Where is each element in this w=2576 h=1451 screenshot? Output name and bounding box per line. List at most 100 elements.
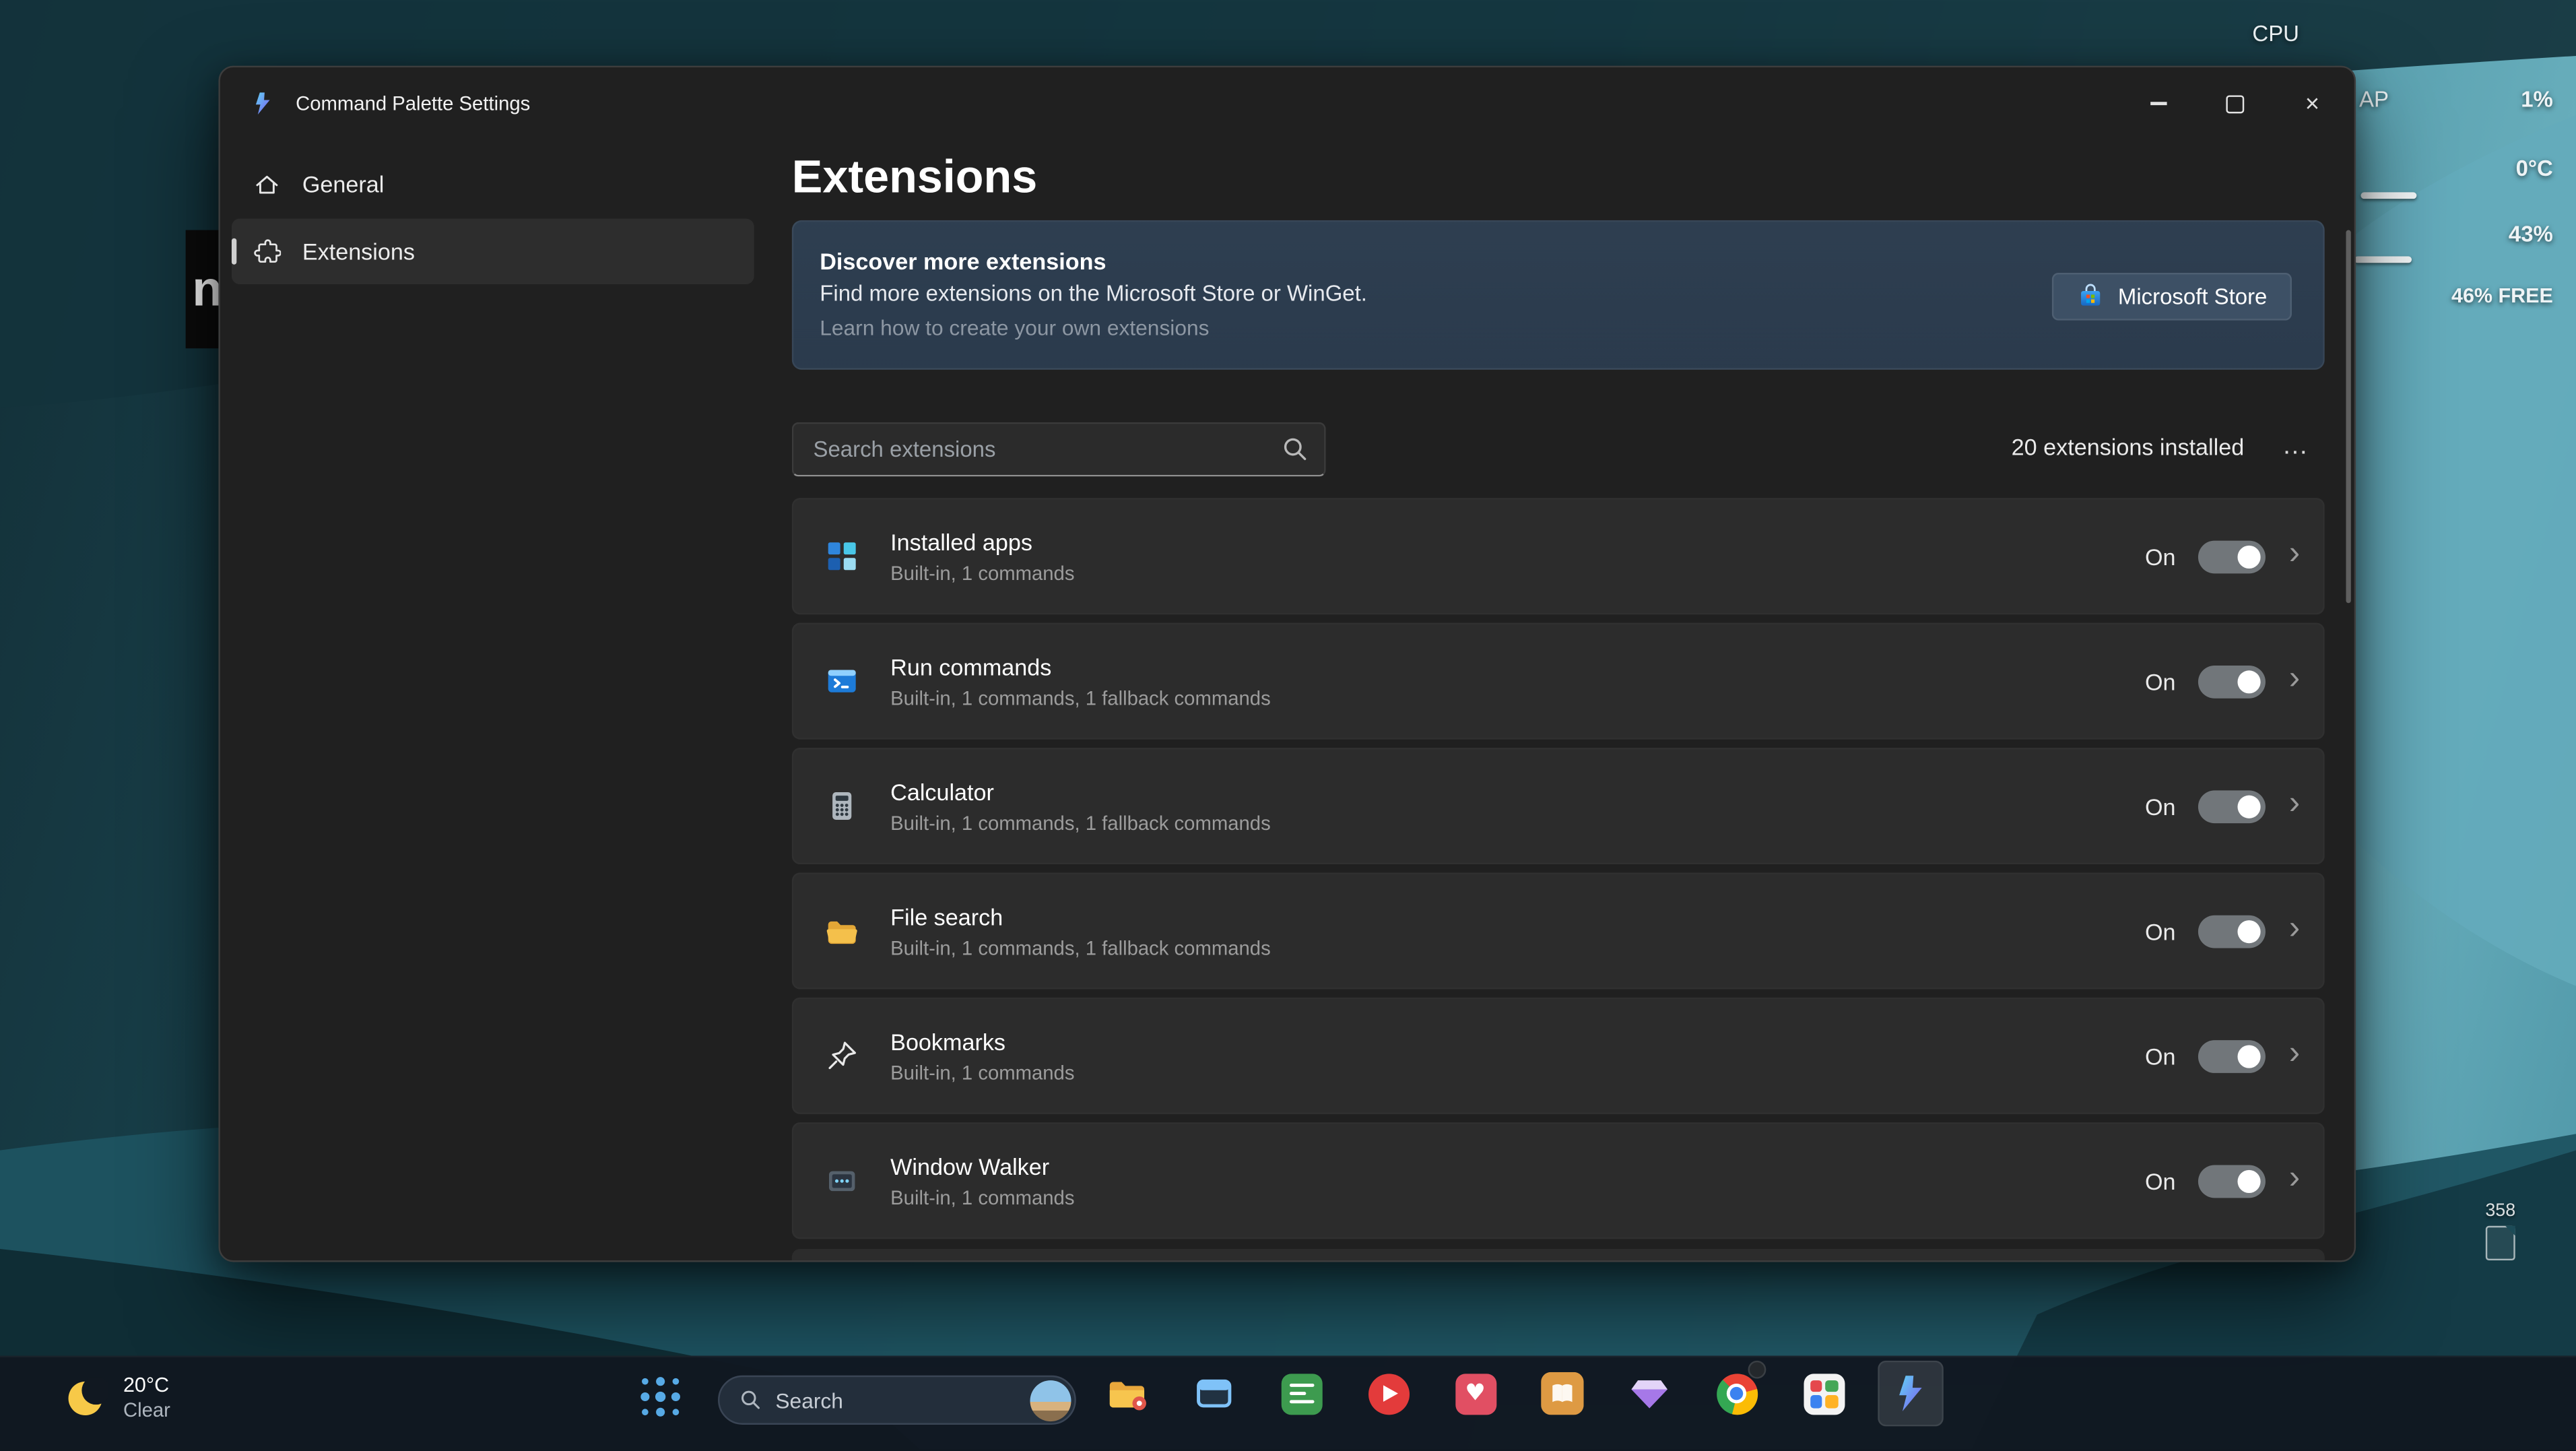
extension-row[interactable]: Calculator Built-in, 1 commands, 1 fallb…	[792, 748, 2325, 864]
close-icon: ×	[2305, 91, 2319, 116]
extension-details: Built-in, 1 commands	[890, 560, 1074, 586]
microsoft-store-button[interactable]: Microsoft Store	[2052, 273, 2292, 321]
puzzle-icon	[253, 237, 281, 265]
disk-progress-bar	[2354, 257, 2412, 263]
heart-icon: ♥	[1455, 1373, 1496, 1414]
search-extensions-input[interactable]	[792, 422, 1326, 477]
minimize-button[interactable]	[2119, 67, 2197, 139]
weather-widget[interactable]: 20°C Clear	[66, 1374, 170, 1423]
taskbar-search[interactable]: Search	[718, 1376, 1076, 1425]
gem-icon	[1628, 1372, 1670, 1415]
temperature-value: 0°C	[2516, 156, 2553, 181]
chevron-right-icon[interactable]: ›	[2289, 787, 2300, 825]
cpu-label: CPU	[2252, 22, 2299, 46]
discover-banner: Discover more extensions Find more exten…	[792, 220, 2325, 370]
chevron-right-icon[interactable]: ›	[2289, 1037, 2300, 1074]
memory-progress-bar	[2360, 192, 2416, 198]
extension-row[interactable]: Bookmarks Built-in, 1 commands On ›	[792, 998, 2325, 1114]
chrome-icon	[1716, 1373, 1757, 1414]
extension-toggle[interactable]	[2199, 1039, 2266, 1072]
taskbar-app-colors[interactable]	[1791, 1361, 1857, 1427]
extension-toggle[interactable]	[2199, 915, 2266, 948]
extensions-count: 20 extensions installed	[2012, 434, 2245, 460]
taskbar-app-todo[interactable]	[1268, 1361, 1334, 1427]
extension-row[interactable]: Installed apps Built-in, 1 commands On ›	[792, 498, 2325, 614]
maximize-button[interactable]	[2196, 67, 2274, 139]
extension-toggle[interactable]	[2199, 665, 2266, 698]
toggle-knob	[2238, 1169, 2261, 1192]
extensions-list: Installed apps Built-in, 1 commands On ›	[792, 498, 2325, 1247]
start-button[interactable]	[637, 1374, 683, 1419]
cpu-percent-value: 1%	[2521, 87, 2553, 112]
extension-row[interactable]: Run commands Built-in, 1 commands, 1 fal…	[792, 623, 2325, 740]
taskbar-app-chrome[interactable]	[1704, 1361, 1770, 1427]
bookmarks-icon	[823, 1037, 859, 1074]
taskbar-app-reader[interactable]	[1529, 1361, 1595, 1427]
chevron-right-icon[interactable]: ›	[2289, 1162, 2300, 1200]
sidebar-item-extensions[interactable]: Extensions	[232, 218, 754, 284]
blue-window-icon	[1193, 1372, 1235, 1415]
taskbar-search-label: Search	[775, 1388, 1030, 1413]
taskbar-app-health[interactable]: ♥	[1443, 1361, 1509, 1427]
extension-toggle[interactable]	[2199, 1164, 2266, 1197]
taskbar-app-files[interactable]	[1094, 1361, 1160, 1427]
toggle-knob	[2238, 1044, 2261, 1067]
extensions-search	[792, 422, 1326, 477]
extension-name: Bookmarks	[890, 1026, 1074, 1056]
taskbar-app-explorer[interactable]	[1181, 1361, 1247, 1427]
toggle-knob	[2238, 545, 2261, 568]
sidebar-item-label: Extensions	[302, 238, 415, 265]
extension-row-partial[interactable]	[792, 1249, 2325, 1262]
window-titlebar[interactable]: Command Palette Settings ×	[220, 67, 2354, 139]
search-icon	[1282, 435, 1309, 463]
toggle-state-label: On	[2145, 543, 2176, 569]
sidebar-item-general[interactable]: General	[232, 151, 754, 217]
extension-row[interactable]: Window Walker Built-in, 1 commands On ›	[792, 1122, 2325, 1239]
background-window-peek[interactable]: n	[186, 230, 219, 349]
taskbar-app-media[interactable]	[1356, 1361, 1422, 1427]
taskbar-app-command-palette[interactable]	[1878, 1361, 1944, 1427]
command-palette-app-icon	[250, 90, 276, 117]
extension-toggle[interactable]	[2199, 789, 2266, 823]
extension-toggle[interactable]	[2199, 540, 2266, 573]
extension-details: Built-in, 1 commands, 1 fallback command…	[890, 809, 1271, 835]
toggle-state-label: On	[2145, 1167, 2176, 1194]
window-scrollbar[interactable]	[2346, 230, 2350, 604]
more-options-button[interactable]: …	[2272, 424, 2318, 470]
sidebar-item-label: General	[302, 171, 385, 197]
toggle-state-label: On	[2145, 668, 2176, 695]
desktop-icon-label: 358	[2461, 1201, 2540, 1221]
green-list-icon	[1281, 1373, 1322, 1414]
file-search-icon	[823, 913, 859, 949]
book-icon	[1541, 1372, 1583, 1415]
desktop-icon[interactable]: 358	[2461, 1201, 2540, 1260]
window-walker-icon	[823, 1163, 859, 1199]
search-icon	[739, 1388, 762, 1411]
extension-row[interactable]: File search Built-in, 1 commands, 1 fall…	[792, 872, 2325, 989]
extension-name: File search	[890, 901, 1271, 931]
chevron-right-icon[interactable]: ›	[2289, 538, 2300, 575]
notification-badge-icon	[1748, 1361, 1766, 1379]
home-icon	[253, 170, 281, 197]
taskbar: 20°C Clear Search	[0, 1356, 2576, 1451]
extension-details: Built-in, 1 commands, 1 fallback command…	[890, 684, 1271, 711]
file-icon	[2486, 1226, 2515, 1260]
extension-details: Built-in, 1 commands	[890, 1184, 1074, 1211]
weather-temperature: 20°C	[123, 1374, 170, 1398]
close-button[interactable]: ×	[2274, 67, 2351, 139]
bing-daily-image[interactable]	[1030, 1380, 1071, 1421]
settings-sidebar: General Extensions	[220, 139, 792, 1260]
chevron-right-icon[interactable]: ›	[2289, 912, 2300, 950]
toggle-knob	[2238, 670, 2261, 692]
taskbar-app-gem[interactable]	[1616, 1361, 1682, 1427]
window-title: Command Palette Settings	[296, 92, 530, 115]
peek-window-letter: n	[192, 263, 218, 319]
extensions-page: Extensions Discover more extensions Find…	[792, 139, 2325, 1260]
extension-details: Built-in, 1 commands	[890, 1059, 1074, 1085]
chevron-right-icon[interactable]: ›	[2289, 662, 2300, 700]
play-icon	[1368, 1373, 1409, 1414]
toggle-state-label: On	[2145, 793, 2176, 819]
minimize-icon	[2150, 102, 2166, 104]
toggle-knob	[2238, 920, 2261, 942]
yellow-folder-icon	[1106, 1372, 1148, 1415]
